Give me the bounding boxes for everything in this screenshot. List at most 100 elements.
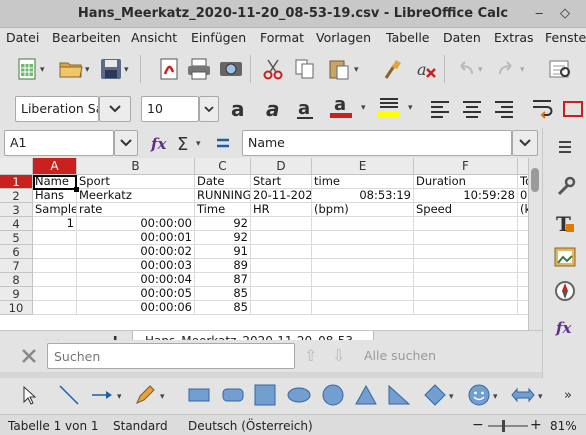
cell[interactable]: 00:00:05 [77, 287, 195, 301]
cell[interactable] [518, 287, 528, 301]
menu-fenster[interactable]: Fenster [545, 30, 586, 45]
chevron-down-icon[interactable]: ▾ [478, 65, 483, 75]
row-header[interactable]: 4 [0, 217, 33, 231]
curve-pencil-icon[interactable] [132, 382, 158, 408]
sum-icon[interactable]: Σ [172, 130, 198, 156]
find-input[interactable] [47, 343, 295, 369]
spreadsheet-grid[interactable]: A B C D E F G 1NameSportDateStarttimeDur… [0, 158, 528, 330]
cell[interactable] [312, 287, 414, 301]
font-color-icon[interactable]: a [328, 94, 354, 120]
functions-icon[interactable]: fx [552, 314, 578, 340]
menu-ansicht[interactable]: Ansicht [131, 30, 177, 45]
row-header[interactable]: 8 [0, 273, 33, 287]
row-header[interactable]: 10 [0, 301, 33, 315]
find-previous-icon[interactable]: ⇧ [304, 346, 317, 365]
smiley-icon[interactable] [466, 382, 492, 408]
cell[interactable] [33, 245, 77, 259]
align-right-icon[interactable] [491, 96, 517, 122]
cell[interactable]: 00:00:06 [77, 301, 195, 315]
cell[interactable]: (k [518, 203, 528, 217]
cell[interactable] [518, 273, 528, 287]
font-size-box[interactable]: 10 [141, 96, 199, 122]
cell[interactable]: Sport [77, 175, 195, 189]
styles-icon[interactable]: T [552, 210, 578, 236]
column-header-e[interactable]: E [312, 158, 414, 175]
cell[interactable] [251, 273, 312, 287]
bold-icon[interactable]: a [226, 96, 252, 122]
name-box-dropdown[interactable] [114, 130, 138, 156]
cell[interactable]: Duration [414, 175, 518, 189]
cell[interactable] [33, 273, 77, 287]
align-left-icon[interactable] [427, 96, 453, 122]
cell[interactable]: 00:00:00 [77, 217, 195, 231]
wrap-text-icon[interactable] [530, 96, 556, 122]
cell[interactable] [518, 301, 528, 315]
zoom-slider-thumb[interactable] [502, 420, 505, 432]
column-header-a[interactable]: A [33, 158, 77, 175]
cell[interactable]: rate [77, 203, 195, 217]
scroll-thumb[interactable] [531, 168, 539, 192]
chevron-down-icon[interactable]: ▾ [85, 65, 90, 75]
cell[interactable] [518, 245, 528, 259]
more-options-icon[interactable]: » [564, 388, 572, 403]
cell[interactable] [251, 259, 312, 273]
row-header[interactable]: 5 [0, 231, 33, 245]
column-header-f[interactable]: F [414, 158, 518, 175]
cell[interactable]: HR [251, 203, 312, 217]
formula-equals-icon[interactable] [210, 130, 236, 156]
align-center-icon[interactable] [459, 96, 485, 122]
cell[interactable] [251, 287, 312, 301]
menu-tabelle[interactable]: Tabelle [386, 30, 430, 45]
cell[interactable] [312, 231, 414, 245]
cell[interactable] [414, 217, 518, 231]
maximize-icon[interactable]: ◇ [560, 6, 570, 21]
line-arrow-icon[interactable] [90, 382, 116, 408]
rounded-rectangle-icon[interactable] [220, 382, 246, 408]
chevron-down-icon[interactable]: ▾ [361, 103, 366, 113]
cell[interactable]: 20-11-2020 [251, 189, 312, 203]
cell[interactable] [518, 259, 528, 273]
zoom-slider[interactable] [488, 420, 528, 432]
merge-cells-icon[interactable] [560, 96, 586, 122]
print-icon[interactable] [186, 56, 212, 82]
new-spreadsheet-icon[interactable] [14, 56, 40, 82]
triangle-icon[interactable] [353, 382, 379, 408]
menu-extras[interactable]: Extras [494, 30, 534, 45]
zoom-in-icon[interactable]: + [530, 417, 542, 433]
cell[interactable]: 85 [195, 287, 251, 301]
sidebar-menu-icon[interactable] [552, 134, 578, 160]
clear-formatting-icon[interactable]: a [414, 56, 440, 82]
cell[interactable] [312, 259, 414, 273]
find-all-button[interactable]: Alle suchen [364, 348, 436, 363]
row-header[interactable]: 9 [0, 287, 33, 301]
chevron-down-icon[interactable]: ▾ [160, 392, 165, 402]
cell[interactable]: 91 [195, 245, 251, 259]
fill-handle[interactable] [74, 187, 79, 192]
background-color-icon[interactable] [376, 94, 402, 120]
save-icon[interactable] [98, 56, 124, 82]
menu-format[interactable]: Format [260, 30, 304, 45]
italic-icon[interactable]: a [260, 96, 286, 122]
cell[interactable] [33, 301, 77, 315]
cell[interactable]: Name [33, 175, 77, 189]
chevron-down-icon[interactable]: ▾ [117, 392, 122, 402]
function-wizard-icon[interactable]: fx [148, 130, 174, 156]
gallery-icon[interactable] [552, 244, 578, 270]
chevron-down-icon[interactable]: ▾ [196, 139, 201, 149]
menu-datei[interactable]: Datei [6, 30, 39, 45]
right-triangle-icon[interactable] [386, 382, 412, 408]
name-box[interactable]: A1 [4, 130, 114, 156]
cell[interactable]: Meerkatz [77, 189, 195, 203]
chevron-down-icon[interactable]: ▾ [354, 65, 359, 75]
menu-bearbeiten[interactable]: Bearbeiten [52, 30, 121, 45]
block-arrow-icon[interactable] [510, 382, 536, 408]
cell[interactable] [518, 217, 528, 231]
find-next-icon[interactable]: ⇩ [332, 346, 345, 365]
formula-expand[interactable] [512, 130, 538, 156]
export-pdf-icon[interactable] [156, 56, 182, 82]
close-find-icon[interactable] [16, 343, 42, 369]
cell[interactable]: Time [195, 203, 251, 217]
cell[interactable]: 00:00:02 [77, 245, 195, 259]
row-header[interactable]: 1 [0, 175, 33, 189]
font-name-dropdown[interactable] [99, 96, 131, 122]
